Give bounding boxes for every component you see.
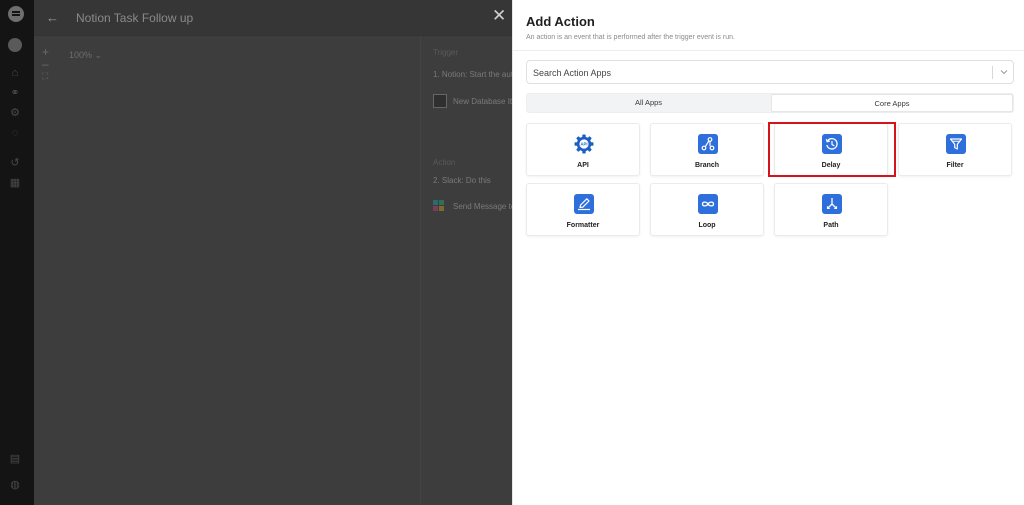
steps-panel: Trigger 1. Notion: Start the auto New Da… (420, 36, 518, 505)
tab-core-apps[interactable]: Core Apps (771, 94, 1013, 112)
app-sidebar: ⌂ ⚭ ⚙ ◌ ↺ ▦ ▤ ◍ (0, 0, 34, 505)
zoom-controls: + – ⛶ (42, 46, 49, 82)
history-icon[interactable]: ↺ (8, 156, 22, 170)
chat-icon[interactable]: ◌ (8, 126, 22, 140)
trigger-event[interactable]: New Database Ite (453, 97, 517, 106)
core-apps-grid: API API Branch Delay Filter Formatter Lo… (526, 122, 1014, 243)
tab-all-apps[interactable]: All Apps (527, 94, 770, 112)
app-label: Formatter (566, 222, 600, 229)
app-label: Loop (698, 222, 716, 229)
action-step[interactable]: 2. Slack: Do this (433, 176, 491, 185)
svg-text:API: API (581, 142, 588, 147)
app-logo-icon[interactable] (8, 6, 24, 22)
zoom-level[interactable]: 100% ⌄ (69, 50, 102, 61)
panel-subtitle: An action is an event that is performed … (526, 34, 735, 41)
workflow-editor-background: ← Notion Task Follow up ✕ + – ⛶ 100% ⌄ T… (34, 0, 518, 505)
branch-icon (698, 134, 718, 154)
divider (992, 66, 993, 79)
app-label: Path (823, 222, 839, 229)
screen: ⌂ ⚭ ⚙ ◌ ↺ ▦ ▤ ◍ ← Notion Task Follow up … (0, 0, 1024, 505)
action-event[interactable]: Send Message to (453, 202, 515, 211)
close-icon[interactable]: ✕ (492, 6, 506, 26)
trigger-heading: Trigger (433, 48, 459, 57)
settings-icon[interactable]: ⚙ (8, 106, 22, 120)
app-card-formatter[interactable]: Formatter (526, 183, 640, 236)
divider (513, 50, 1024, 51)
app-card-branch[interactable]: Branch (650, 123, 764, 176)
app-card-filter[interactable]: Filter (898, 123, 1012, 176)
home-icon[interactable]: ⌂ (8, 66, 22, 80)
grid-icon[interactable]: ▦ (8, 176, 22, 190)
pencil-icon (574, 194, 594, 214)
avatar[interactable] (8, 38, 22, 52)
workflow-icon[interactable]: ⚭ (8, 86, 22, 100)
profile-icon[interactable]: ◍ (8, 478, 22, 492)
fit-view-icon[interactable]: ⛶ (42, 70, 49, 82)
app-label: Branch (694, 162, 720, 169)
search-input[interactable] (533, 65, 973, 80)
app-category-tabs: All Apps Core Apps (526, 93, 1014, 113)
action-heading: Action (433, 158, 456, 167)
back-arrow-icon[interactable]: ← (46, 10, 59, 25)
notion-icon (433, 94, 447, 108)
app-card-loop[interactable]: Loop (650, 183, 764, 236)
add-action-panel: Add Action An action is an event that is… (512, 0, 1024, 505)
app-label: API (577, 162, 589, 169)
search-action-apps[interactable] (526, 60, 1014, 84)
editor-topbar: ← Notion Task Follow up ✕ (34, 0, 512, 36)
workflow-title: Notion Task Follow up (76, 11, 194, 25)
app-card-api[interactable]: API API (526, 123, 640, 176)
slack-icon (433, 200, 445, 212)
panel-title: Add Action (526, 14, 595, 29)
chevron-down-icon[interactable] (999, 67, 1009, 77)
filter-icon (946, 134, 966, 154)
path-icon (822, 194, 842, 214)
infinity-icon (698, 194, 718, 214)
delay-highlight-box (768, 122, 896, 177)
chart-icon[interactable]: ▤ (8, 452, 22, 466)
app-card-path[interactable]: Path (774, 183, 888, 236)
trigger-step[interactable]: 1. Notion: Start the auto (433, 70, 518, 79)
api-gear-icon: API (574, 134, 594, 154)
zoom-out-icon[interactable]: – (42, 58, 49, 70)
app-label: Filter (946, 162, 964, 169)
